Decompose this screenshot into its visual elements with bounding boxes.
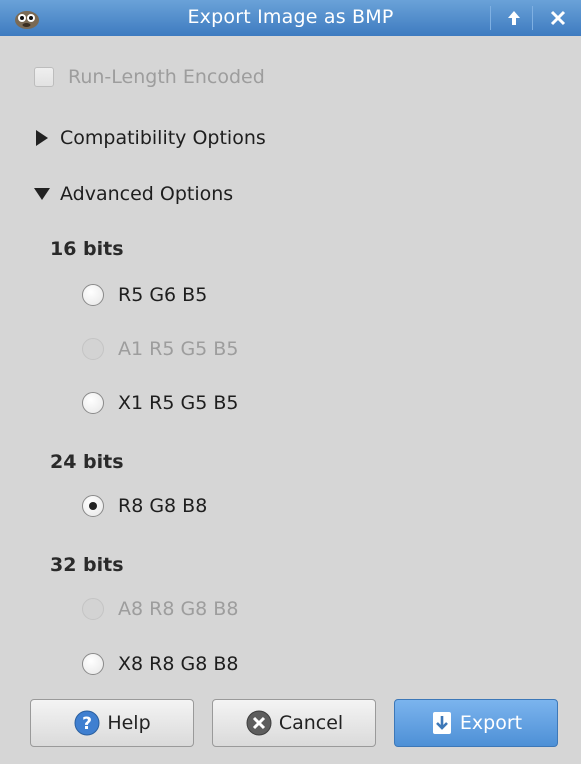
cancel-icon: [245, 709, 273, 737]
advanced-options-label: Advanced Options: [60, 183, 234, 205]
help-label: Help: [107, 712, 151, 734]
help-icon: ?: [73, 709, 101, 737]
compatibility-options-label: Compatibility Options: [60, 127, 266, 149]
radio-button-selected[interactable]: [82, 495, 104, 517]
export-label: Export: [459, 712, 523, 734]
run-length-label: Run-Length Encoded: [68, 66, 265, 88]
radio-a8r8g8b8: A8 R8 G8 B8: [82, 598, 238, 620]
export-icon: [430, 710, 454, 736]
run-length-checkbox[interactable]: [34, 67, 54, 87]
close-icon[interactable]: [546, 6, 570, 30]
radio-button: [82, 338, 104, 360]
radio-label: R8 G8 B8: [118, 495, 208, 517]
radio-r8g8b8[interactable]: R8 G8 B8: [82, 495, 207, 517]
expand-right-icon: [36, 130, 48, 146]
radio-a1r5g5b5: A1 R5 G5 B5: [82, 338, 238, 360]
radio-button[interactable]: [82, 392, 104, 414]
radio-label: A8 R8 G8 B8: [118, 598, 239, 620]
expand-down-icon: [34, 188, 50, 200]
radio-r5g6b5[interactable]: R5 G6 B5: [82, 284, 207, 306]
run-length-row: Run-Length Encoded: [34, 66, 265, 88]
cancel-button[interactable]: Cancel: [212, 699, 376, 747]
window-title: Export Image as BMP: [187, 6, 394, 28]
group-24-bits-label: 24 bits: [50, 451, 124, 473]
radio-label: R5 G6 B5: [118, 284, 208, 306]
radio-label: X1 R5 G5 B5: [118, 392, 239, 414]
titlebar-separator: [532, 6, 533, 30]
cancel-label: Cancel: [278, 712, 344, 734]
titlebar-separator: [490, 6, 491, 30]
radio-dot-icon: [89, 502, 97, 510]
help-button[interactable]: ? Help: [30, 699, 194, 747]
advanced-options-expander[interactable]: Advanced Options: [34, 183, 233, 205]
radio-x8r8g8b8[interactable]: X8 R8 G8 B8: [82, 653, 238, 675]
radio-button[interactable]: [82, 653, 104, 675]
title-bar: Export Image as BMP: [0, 0, 581, 36]
up-arrow-icon[interactable]: [502, 6, 526, 30]
compatibility-options-expander[interactable]: Compatibility Options: [36, 127, 266, 149]
radio-button[interactable]: [82, 284, 104, 306]
radio-button: [82, 598, 104, 620]
radio-label: A1 R5 G5 B5: [118, 338, 239, 360]
export-button[interactable]: Export: [394, 699, 558, 747]
radio-x1r5g5b5[interactable]: X1 R5 G5 B5: [82, 392, 238, 414]
radio-label: X8 R8 G8 B8: [118, 653, 239, 675]
group-32-bits-label: 32 bits: [50, 554, 124, 576]
svg-text:?: ?: [82, 714, 92, 734]
group-16-bits-label: 16 bits: [50, 238, 124, 260]
